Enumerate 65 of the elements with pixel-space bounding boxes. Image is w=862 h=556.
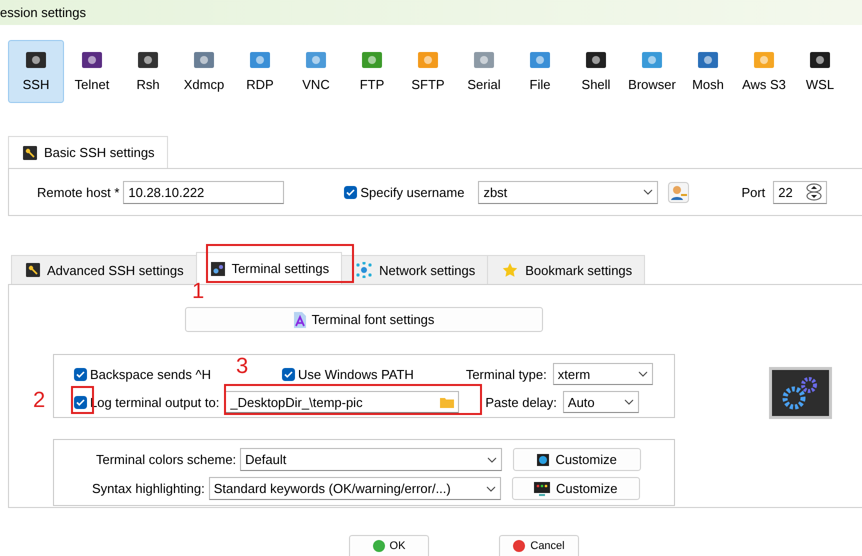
protocol-button[interactable]: File (512, 40, 568, 103)
tab[interactable]: Basic SSH settings (8, 136, 168, 168)
protocol-button[interactable]: Mosh (680, 40, 736, 103)
annotation-number: 2 (33, 389, 46, 411)
user-key-icon[interactable] (668, 182, 690, 202)
dropdown-caret-icon (643, 189, 654, 195)
font-icon (294, 312, 306, 328)
check-icon (76, 398, 85, 406)
dropdown-field[interactable]: xterm (552, 363, 653, 385)
checkbox[interactable]: Specify username (344, 184, 464, 200)
protocol-button[interactable]: Telnet (64, 40, 120, 103)
field-label: Port (741, 184, 766, 200)
customize-button[interactable]: Customize (513, 448, 642, 471)
protocol-button[interactable]: Serial (456, 40, 512, 103)
path-field[interactable]: _DesktopDir_\temp-pic (225, 391, 460, 413)
dropdown-caret-icon (486, 486, 496, 492)
dropdown-caret-icon (487, 456, 498, 462)
field-label: Syntax highlighting: (92, 481, 205, 496)
check-icon (76, 370, 85, 378)
dropdown-field[interactable]: Standard keywords (OK/warning/error/...) (208, 477, 501, 500)
checkbox[interactable]: Use Windows PATH (282, 366, 414, 382)
font-settings-button[interactable]: Terminal font settings (185, 307, 543, 332)
protocol-button[interactable]: Rsh (120, 40, 176, 103)
protocol-button[interactable]: Aws S3 (736, 40, 792, 103)
star-icon (502, 262, 518, 278)
protocol-button[interactable]: WSL (792, 40, 848, 103)
protocol-button[interactable]: SFTP (400, 40, 456, 103)
tab[interactable]: Advanced SSH settings (11, 255, 197, 284)
window-title: ession settings (0, 5, 86, 20)
dropdown-field[interactable]: zbst (478, 180, 658, 204)
field-label: Terminal type: (466, 366, 547, 382)
protocol-button[interactable]: VNC (288, 40, 344, 103)
dropdown-caret-icon (638, 371, 648, 377)
palette-icon (537, 454, 550, 466)
tab[interactable]: Network settings (341, 255, 488, 284)
checkbox[interactable]: Backspace sends ^H (74, 366, 211, 382)
network-icon (356, 262, 372, 278)
check-icon (284, 370, 293, 378)
gears-icon (210, 262, 225, 276)
field-label: Paste delay: (485, 394, 557, 410)
protocol-button[interactable]: RDP (232, 40, 288, 103)
customize-button[interactable]: Customize (512, 477, 640, 500)
check-icon (346, 188, 356, 196)
dropdown-field[interactable]: Auto (562, 391, 639, 413)
input-field[interactable]: 10.28.10.222 (123, 180, 284, 204)
ok-status-icon (372, 540, 385, 552)
protocol-button[interactable]: Browser (624, 40, 680, 103)
protocol-button[interactable]: Shell (568, 40, 624, 103)
spinner-field[interactable]: 22 (773, 180, 828, 204)
annotation-number: 3 (236, 355, 248, 377)
dropdown-field[interactable]: Default (240, 448, 502, 471)
cancel-button[interactable]: Cancel (499, 535, 579, 556)
field-label: Terminal colors scheme: (96, 452, 236, 467)
protocol-button[interactable]: SSH (8, 40, 64, 103)
spinner-arrows-icon (806, 183, 822, 201)
tab[interactable]: Bookmark settings (487, 255, 646, 284)
protocol-button[interactable]: Xdmcp (176, 40, 232, 103)
field-label: Remote host * (37, 184, 120, 200)
monitor-icon (534, 482, 550, 496)
key-icon (26, 263, 40, 277)
dropdown-caret-icon (624, 399, 634, 405)
key-icon (23, 146, 37, 160)
ok-button[interactable]: OK (349, 535, 429, 556)
cancel-status-icon (513, 540, 526, 552)
protocol-button[interactable]: FTP (344, 40, 400, 103)
